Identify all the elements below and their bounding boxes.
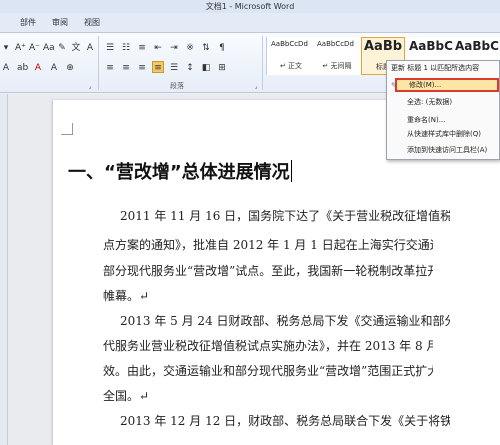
distributed-icon[interactable]: ☰ [168,61,180,73]
grow-font-icon[interactable]: A⁺ [14,41,26,53]
menu-rename[interactable]: 重命名(N)... [407,115,445,125]
multilevel-list-icon[interactable]: ≡ [136,41,148,53]
doc-line[interactable]: 效。由此，交通运输业和部分现代服务业“营改增”范围正式扩大至 [103,362,433,379]
window-title: 文档1 - Microsoft Word [205,2,295,11]
borders-icon[interactable]: ⊞ [216,61,228,73]
tab-review[interactable]: 审阅 [52,17,68,28]
font-dialog-launcher-icon[interactable]: ⌟ [86,81,94,93]
menu-select-all[interactable]: 全选: (无数据) [407,97,452,107]
enclose-char-icon[interactable]: ⊕ [64,61,76,73]
tab-view[interactable]: 视图 [84,17,100,28]
doc-line[interactable]: 部分现代服务业“营改增”试点。至此，我国新一轮税制改革拉开了 [103,262,433,279]
shrink-font-icon[interactable]: A⁻ [28,41,40,53]
doc-line[interactable]: 全国。↵ [103,387,433,404]
style-no-spacing[interactable]: AaBbCcDd ↵ 无间隔 [315,37,359,75]
doc-line[interactable]: 2013 年 12 月 12 日，财政部、税务总局联合下发《关于将铁路 [120,412,450,429]
menu-remove-from-gallery[interactable]: 从快速样式库中删除(Q) [407,129,481,139]
menu-add-to-qat[interactable]: 添加到快速访问工具栏(A) [407,145,487,155]
decrease-indent-icon[interactable]: ⇤ [152,41,164,53]
margin-corner-mark [61,123,73,135]
font-color-icon[interactable]: A [32,61,44,73]
paragraph-group-label: 段落 [170,82,184,90]
menu-modify[interactable]: 修改(M)... [395,78,499,92]
vertical-ruler [0,94,8,445]
line-spacing-icon[interactable]: ↕ [184,61,196,73]
style-caption: ↵ 正文 [279,62,303,70]
text-caret [291,160,292,182]
ribbon-separator [98,36,99,90]
char-shading-icon[interactable]: A [48,61,60,73]
sort-icon[interactable]: ⇅ [200,41,212,53]
font-size-icon[interactable]: ▾ [0,41,12,53]
increase-indent-icon[interactable]: ⇥ [168,41,180,53]
align-right-icon[interactable]: ≡ [136,61,148,73]
text-effect-icon[interactable]: A [0,61,12,73]
doc-heading[interactable]: 一、“营改增”总体进展情况 [68,158,290,184]
justify-icon[interactable]: ≡ [152,61,164,73]
doc-line[interactable]: 代服务业营业税改征增值税试点实施办法》，并在 2013 年 8 月 1 日生 [103,337,433,354]
menu-update-to-match[interactable]: 更新 标题 1 以匹配所选内容 [391,63,479,73]
phonetic-icon[interactable]: 文 [70,41,82,53]
show-marks-icon[interactable]: ¶ [216,41,228,53]
shading-icon[interactable]: ◧ [200,61,212,73]
style-normal[interactable]: AaBbCcDd ↵ 正文 [269,37,313,75]
style-context-menu: 更新 标题 1 以匹配所选内容 ✎ 修改(M)... 全选: (无数据) 重命名… [386,60,500,160]
align-left-icon[interactable]: ≡ [104,61,116,73]
ribbon-separator [262,36,263,90]
doc-line[interactable]: 点方案的通知》，批准自 2012 年 1 月 1 日起在上海实行交通运输业和 [103,236,433,253]
tab-parts[interactable]: 部件 [20,17,36,28]
numbering-icon[interactable]: ☷ [120,41,132,53]
style-sample: AaBbC [409,39,453,53]
bullets-icon[interactable]: ☰ [104,41,116,53]
clear-format-icon[interactable]: ✎ [56,41,68,53]
style-sample: AaBbCcDd [317,40,354,48]
doc-line[interactable]: 2011 年 11 月 16 日，国务院下达了《关于营业税改征增值税试 [120,207,450,224]
doc-line[interactable]: 帷幕。↵ [103,287,433,304]
style-caption: ↵ 无间隔 [322,62,352,70]
chinese-layout-icon[interactable]: ※ [184,41,196,53]
title-bar: 文档1 - Microsoft Word [0,0,500,13]
highlight-icon[interactable]: ab [16,61,28,73]
doc-line[interactable]: 2013 年 5 月 24 日财政部、税务总局下发《交通运输业和部分现 [120,312,450,329]
paragraph-dialog-launcher-icon[interactable]: ⌟ [252,81,260,93]
style-sample: AaBb [364,39,403,54]
change-case-icon[interactable]: Aa [42,41,55,53]
style-sample: AaBbC [455,39,499,53]
char-border-icon[interactable]: A [84,41,96,53]
ribbon-tabs: 部件 审阅 视图 [0,13,500,33]
style-sample: AaBbCcDd [271,40,308,48]
align-center-icon[interactable]: ≡ [120,61,132,73]
